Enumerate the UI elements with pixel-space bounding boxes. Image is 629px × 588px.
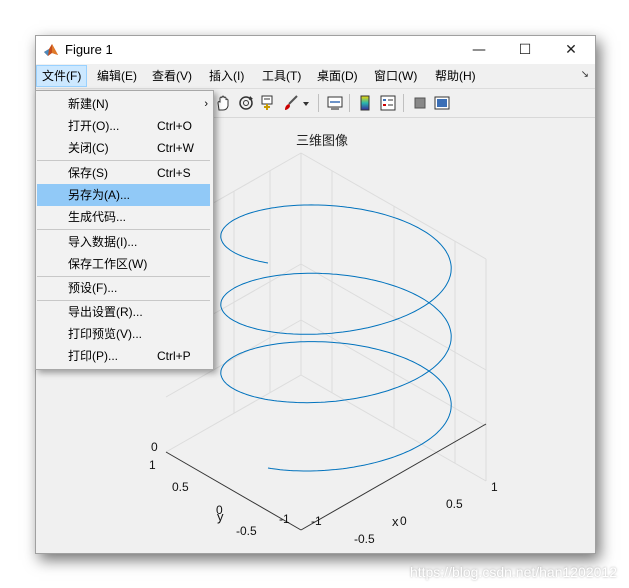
maximize-button[interactable]: ☐ [502, 36, 548, 64]
minimize-button[interactable]: — [456, 36, 502, 64]
toolbar-separator [318, 94, 319, 112]
file-menu-item-close[interactable]: 关闭(C) Ctrl+W [37, 137, 210, 159]
menu-item-label: 打开(O)... [68, 119, 120, 133]
axis-lines [165, 423, 487, 531]
menu-item-label: 生成代码... [68, 210, 127, 224]
file-menu-item-print-preview[interactable]: 打印预览(V)... [37, 323, 210, 345]
menu-item-label: 另存为(A)... [68, 188, 130, 202]
close-button[interactable]: ✕ [548, 36, 594, 64]
title-bar[interactable]: Figure 1 — ☐ ✕ [36, 36, 595, 64]
menu-item-shortcut: Ctrl+O [157, 119, 193, 133]
matlab-logo-icon [44, 44, 58, 56]
menu-separator [37, 229, 210, 230]
submenu-arrow-icon: › [204, 98, 208, 110]
dropdown-arrow-icon[interactable] [302, 94, 310, 112]
x-tick-label-min: -1 [311, 514, 322, 528]
menu-item-shortcut: Ctrl+W [157, 141, 194, 155]
file-menu-item-save[interactable]: 保存(S) Ctrl+S [37, 162, 210, 184]
file-menu-item-preferences[interactable]: 预设(F)... [37, 277, 210, 299]
hide-plot-tools-icon[interactable] [411, 94, 429, 112]
x-tick-label: 1 [491, 480, 498, 494]
legend-icon[interactable] [379, 94, 397, 112]
toolbar-separator [403, 94, 404, 112]
rotate-icon[interactable] [237, 94, 255, 112]
toolbar-separator [349, 94, 350, 112]
file-menu-item-save-workspace[interactable]: 保存工作区(W) [37, 253, 210, 275]
brush-icon[interactable] [282, 94, 300, 112]
menu-insert[interactable]: 插入(I) [204, 66, 249, 86]
helix-series-line[interactable] [220, 204, 452, 472]
show-plot-tools-icon[interactable] [433, 94, 451, 112]
file-menu-item-new[interactable]: 新建(N) › [37, 93, 210, 115]
window-title: Figure 1 [65, 42, 113, 57]
file-menu-item-open[interactable]: 打开(O)... Ctrl+O [37, 115, 210, 137]
watermark-text: https://blog.csdn.net/han1202012 [409, 564, 617, 580]
menu-file[interactable]: 文件(F) [36, 65, 88, 87]
menu-separator [37, 160, 210, 161]
y-axis-label: y [217, 509, 224, 524]
menu-item-label: 预设(F)... [68, 281, 118, 295]
colorbar-icon[interactable] [356, 94, 374, 112]
x-tick-label: 0 [400, 514, 407, 528]
x-tick-label: 0.5 [446, 497, 463, 511]
z-tick-label: 0 [151, 440, 158, 454]
y-tick-label: 0.5 [172, 480, 189, 494]
x-axis-label: x [392, 514, 399, 529]
menu-edit[interactable]: 编辑(E) [92, 66, 142, 86]
y-tick-label-min: -1 [279, 512, 290, 526]
y-tick-label: -0.5 [236, 524, 257, 538]
menu-item-label: 打印(P)... [68, 349, 118, 363]
menu-desktop[interactable]: 桌面(D) [312, 66, 363, 86]
menu-item-label: 导出设置(R)... [68, 305, 143, 319]
menu-item-label: 新建(N) [68, 97, 109, 111]
file-menu-item-export-setup[interactable]: 导出设置(R)... [37, 301, 210, 323]
menu-bar: 文件(F) 编辑(E) 查看(V) 插入(I) 工具(T) 桌面(D) 窗口(W… [36, 64, 595, 89]
file-menu-item-generate-code[interactable]: 生成代码... [37, 206, 210, 228]
file-menu-dropdown: 新建(N) › 打开(O)... Ctrl+O 关闭(C) Ctrl+W 保存(… [35, 90, 214, 370]
y-tick-label: 1 [149, 458, 156, 472]
link-plot-icon[interactable] [326, 94, 344, 112]
file-menu-item-import-data[interactable]: 导入数据(I)... [37, 231, 210, 253]
menu-help[interactable]: 帮助(H) [430, 66, 481, 86]
menu-item-shortcut: Ctrl+S [157, 166, 191, 180]
menu-item-label: 关闭(C) [68, 141, 109, 155]
menu-item-label: 保存(S) [68, 166, 108, 180]
maximize-icon: ☐ [518, 42, 532, 58]
menu-window[interactable]: 窗口(W) [369, 66, 422, 86]
close-icon: ✕ [565, 42, 577, 58]
minimize-icon: — [472, 42, 486, 58]
menu-item-label: 导入数据(I)... [68, 235, 138, 249]
menu-item-shortcut: Ctrl+P [157, 349, 191, 363]
file-menu-item-print[interactable]: 打印(P)... Ctrl+P [37, 345, 210, 367]
menu-tools[interactable]: 工具(T) [257, 66, 306, 86]
menu-item-label: 打印预览(V)... [68, 327, 142, 341]
menu-view[interactable]: 查看(V) [147, 66, 197, 86]
data-cursor-icon[interactable] [259, 94, 277, 112]
x-tick-label: -0.5 [354, 532, 375, 546]
plot-title: 三维图像 [296, 134, 349, 149]
menubar-overflow-icon[interactable]: ↘ [581, 69, 589, 80]
pan-hand-icon[interactable] [214, 94, 232, 112]
file-menu-item-save-as[interactable]: 另存为(A)... [37, 184, 210, 206]
menu-item-label: 保存工作区(W) [68, 257, 148, 271]
